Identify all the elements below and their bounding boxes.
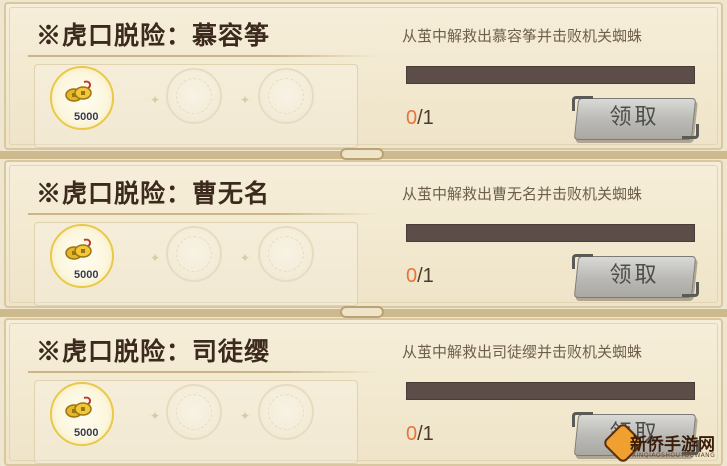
- slot-separator: ✦: [240, 93, 251, 107]
- reward-amount: 5000: [74, 427, 99, 439]
- divider-ornament: [340, 148, 384, 160]
- empty-reward-slot-icon: [166, 384, 222, 440]
- reward-item[interactable]: 5000: [50, 224, 116, 290]
- quest-title: ※虎口脱险：慕容筝: [36, 21, 271, 50]
- claim-button-label: 领取: [609, 105, 660, 130]
- claim-button[interactable]: 领取: [572, 252, 699, 300]
- site-watermark: 新侨手游网 XINQIAOSHOUYOUWANG: [601, 421, 723, 465]
- card-divider: [0, 306, 727, 318]
- slot-separator: ✦: [150, 409, 161, 423]
- reward-item[interactable]: 5000: [50, 382, 116, 448]
- progress-text: 0/1: [406, 106, 434, 130]
- title-underline: [28, 371, 378, 373]
- divider-ornament: [340, 306, 384, 318]
- title-underline: [28, 55, 378, 57]
- slot-separator: ✦: [150, 93, 161, 107]
- slot-separator: ✦: [240, 251, 251, 265]
- empty-reward-slot-icon: [258, 68, 314, 124]
- quest-description: 从茧中解救出慕容筝并击败机关蜘蛛: [402, 27, 643, 45]
- empty-reward-slot-icon: [258, 384, 314, 440]
- progress-current: 0: [406, 107, 418, 129]
- quest-card: ※虎口脱险：慕容筝 从茧中解救出慕容筝并击败机关蜘蛛 0/1 5000 ✦ ✦ …: [4, 2, 723, 150]
- quest-title: ※虎口脱险：曹无名: [36, 179, 271, 208]
- card-divider: [0, 148, 727, 160]
- progress-current: 0: [406, 423, 418, 445]
- progress-total: /1: [417, 107, 434, 129]
- reward-item[interactable]: 5000: [50, 66, 116, 132]
- progress-current: 0: [406, 265, 418, 287]
- empty-reward-slot-icon: [258, 226, 314, 282]
- claim-button[interactable]: 领取: [572, 94, 699, 142]
- claim-button-label: 领取: [609, 263, 660, 288]
- gold-coins-icon: [65, 80, 92, 102]
- reward-amount: 5000: [74, 269, 99, 281]
- reward-amount: 5000: [74, 111, 99, 123]
- progress-bar: [406, 382, 695, 400]
- empty-reward-slot-icon: [166, 68, 222, 124]
- slot-separator: ✦: [240, 409, 251, 423]
- title-underline: [28, 213, 378, 215]
- progress-total: /1: [417, 423, 434, 445]
- progress-bar: [406, 66, 695, 84]
- progress-total: /1: [417, 265, 434, 287]
- gold-coins-icon: [65, 238, 92, 260]
- progress-text: 0/1: [406, 422, 434, 446]
- progress-text: 0/1: [406, 264, 434, 288]
- quest-description: 从茧中解救出司徒缨并击败机关蜘蛛: [402, 343, 643, 361]
- quest-card: ※虎口脱险：曹无名 从茧中解救出曹无名并击败机关蜘蛛 0/1 5000 ✦ ✦ …: [4, 160, 723, 308]
- quest-description: 从茧中解救出曹无名并击败机关蜘蛛: [402, 185, 643, 203]
- gold-coins-icon: [65, 396, 92, 418]
- quest-title: ※虎口脱险：司徒缨: [36, 337, 271, 366]
- watermark-subtext: XINQIAOSHOUYOUWANG: [632, 452, 716, 459]
- slot-separator: ✦: [150, 251, 161, 265]
- progress-bar: [406, 224, 695, 242]
- empty-reward-slot-icon: [166, 226, 222, 282]
